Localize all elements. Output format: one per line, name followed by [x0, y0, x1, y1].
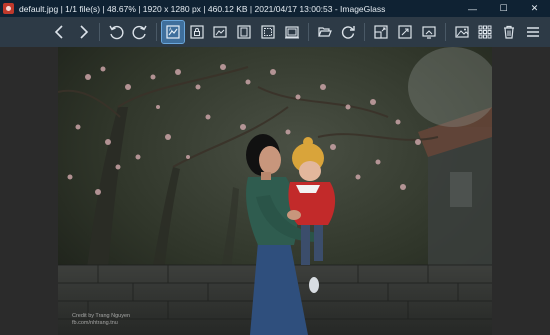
toolbar-separator: [307, 23, 309, 41]
scale-to-width-button[interactable]: [209, 21, 231, 43]
scale-to-height-button[interactable]: [233, 21, 255, 43]
scale-fill-icon: [284, 26, 299, 39]
thumbnail-grid-icon: [478, 25, 492, 39]
toolbar-separator: [364, 23, 366, 41]
image-viewer[interactable]: Credit by Trang Nguyen fb.com/nhtrang.tn…: [0, 47, 550, 335]
hamburger-menu-icon: [527, 27, 540, 37]
imageglass-app-icon[interactable]: [3, 3, 14, 14]
scale-to-fill-button[interactable]: [281, 21, 303, 43]
rotate-left-button[interactable]: [105, 21, 127, 43]
auto-zoom-icon: A: [166, 25, 180, 39]
svg-text:A: A: [169, 27, 172, 32]
scale-height-icon: [237, 25, 251, 39]
image-icon: [455, 26, 469, 38]
toolbar-separator: [155, 23, 157, 41]
rotate-right-icon: [132, 25, 147, 40]
next-image-button[interactable]: [72, 21, 94, 43]
minimize-button[interactable]: —: [457, 0, 488, 17]
maximize-button[interactable]: ☐: [488, 0, 519, 17]
rotate-left-icon: [109, 25, 124, 40]
chevron-left-icon: [54, 25, 63, 39]
window-fit-icon: [374, 25, 388, 39]
photo-mother-and-child: [58, 47, 492, 335]
toolbar-separator: [444, 23, 446, 41]
toolbar: A: [0, 17, 550, 47]
previous-image-button[interactable]: [49, 21, 71, 43]
thumbnail-bar-button[interactable]: [475, 21, 497, 43]
close-button[interactable]: ✕: [519, 0, 550, 17]
fullscreen-icon: [398, 25, 412, 39]
slideshow-icon: [422, 26, 436, 39]
auto-zoom-button[interactable]: A: [160, 20, 185, 44]
scale-to-fit-button[interactable]: [257, 21, 279, 43]
delete-button[interactable]: [498, 21, 520, 43]
title-bar: default.jpg | 1/1 file(s) | 48.67% | 192…: [0, 0, 550, 17]
trash-icon: [504, 25, 515, 39]
photo-credit-watermark: Credit by Trang Nguyen fb.com/nhtrang.tn…: [72, 313, 131, 326]
slideshow-button[interactable]: [418, 21, 440, 43]
rotate-right-button[interactable]: [129, 21, 151, 43]
chevron-right-icon: [80, 25, 89, 39]
set-wallpaper-button[interactable]: [451, 21, 473, 43]
lock-zoom-icon: [189, 25, 204, 39]
scale-fit-icon: [261, 25, 275, 39]
scale-width-icon: [213, 26, 227, 38]
toolbar-separator: [99, 23, 101, 41]
displayed-photo[interactable]: Credit by Trang Nguyen fb.com/nhtrang.tn…: [58, 47, 492, 335]
open-folder-icon: [317, 27, 332, 37]
window-fit-button[interactable]: [370, 21, 392, 43]
main-menu-button[interactable]: [522, 21, 544, 43]
lock-zoom-button[interactable]: [186, 21, 208, 43]
open-file-button[interactable]: [314, 21, 336, 43]
fullscreen-button[interactable]: [394, 21, 416, 43]
window-title: default.jpg | 1/1 file(s) | 48.67% | 192…: [19, 3, 386, 14]
refresh-button[interactable]: [337, 21, 359, 43]
refresh-icon: [342, 26, 356, 39]
